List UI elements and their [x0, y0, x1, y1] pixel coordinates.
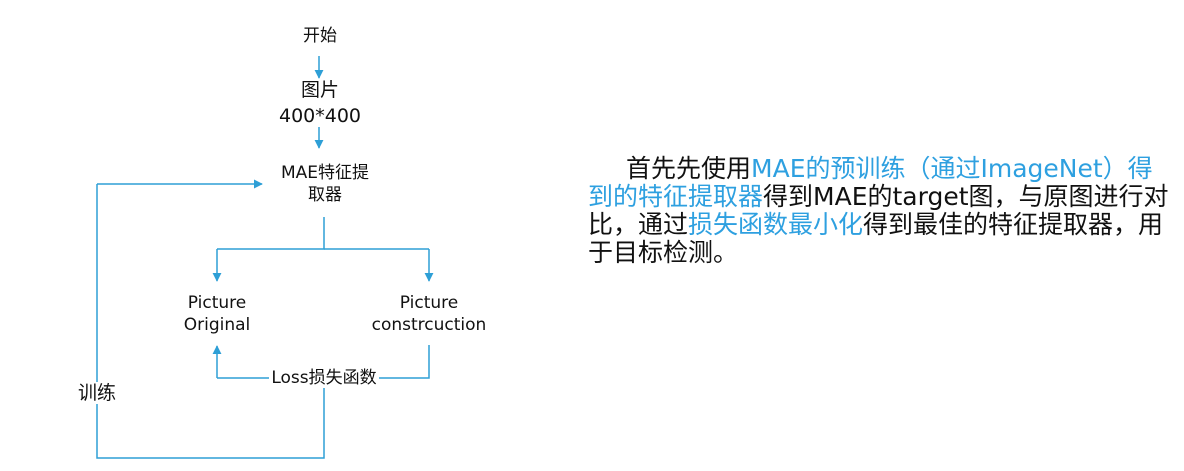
original-node: Picture Original — [162, 292, 272, 336]
train-label: 训练 — [75, 382, 118, 404]
loss-label: Loss损失函数 — [269, 368, 379, 388]
desc-highlight-loss-minimization: 损失函数最小化 — [688, 210, 864, 239]
start-label: 开始 — [303, 26, 337, 46]
extractor-label-line2: 取器 — [308, 185, 342, 205]
description-paragraph: 首先先使用MAE的预训练（通过ImageNet）得到的特征提取器得到MAE的ta… — [588, 155, 1173, 267]
start-node: 开始 — [290, 25, 350, 47]
picture-label: 图片 — [300, 79, 339, 101]
extractor-node: MAE特征提 取器 — [265, 162, 385, 206]
original-label-line2: Original — [183, 315, 251, 335]
extractor-branch-connector — [217, 217, 325, 250]
loss-node: Loss损失函数 — [263, 367, 385, 389]
desc-segment-0: 首先先使用 — [626, 154, 752, 183]
picture-size-label: 400*400 — [278, 105, 362, 127]
extractor-label-line1: MAE特征提 — [280, 163, 370, 183]
reconstruction-node: Picture constrcuction — [364, 292, 494, 336]
reconstruction-label-line2: constrcuction — [371, 315, 487, 335]
picture-node: 图片 400*400 — [270, 77, 370, 129]
reconstruction-label-line1: Picture — [399, 293, 459, 313]
train-node: 训练 — [72, 380, 122, 406]
original-label-line1: Picture — [187, 293, 247, 313]
